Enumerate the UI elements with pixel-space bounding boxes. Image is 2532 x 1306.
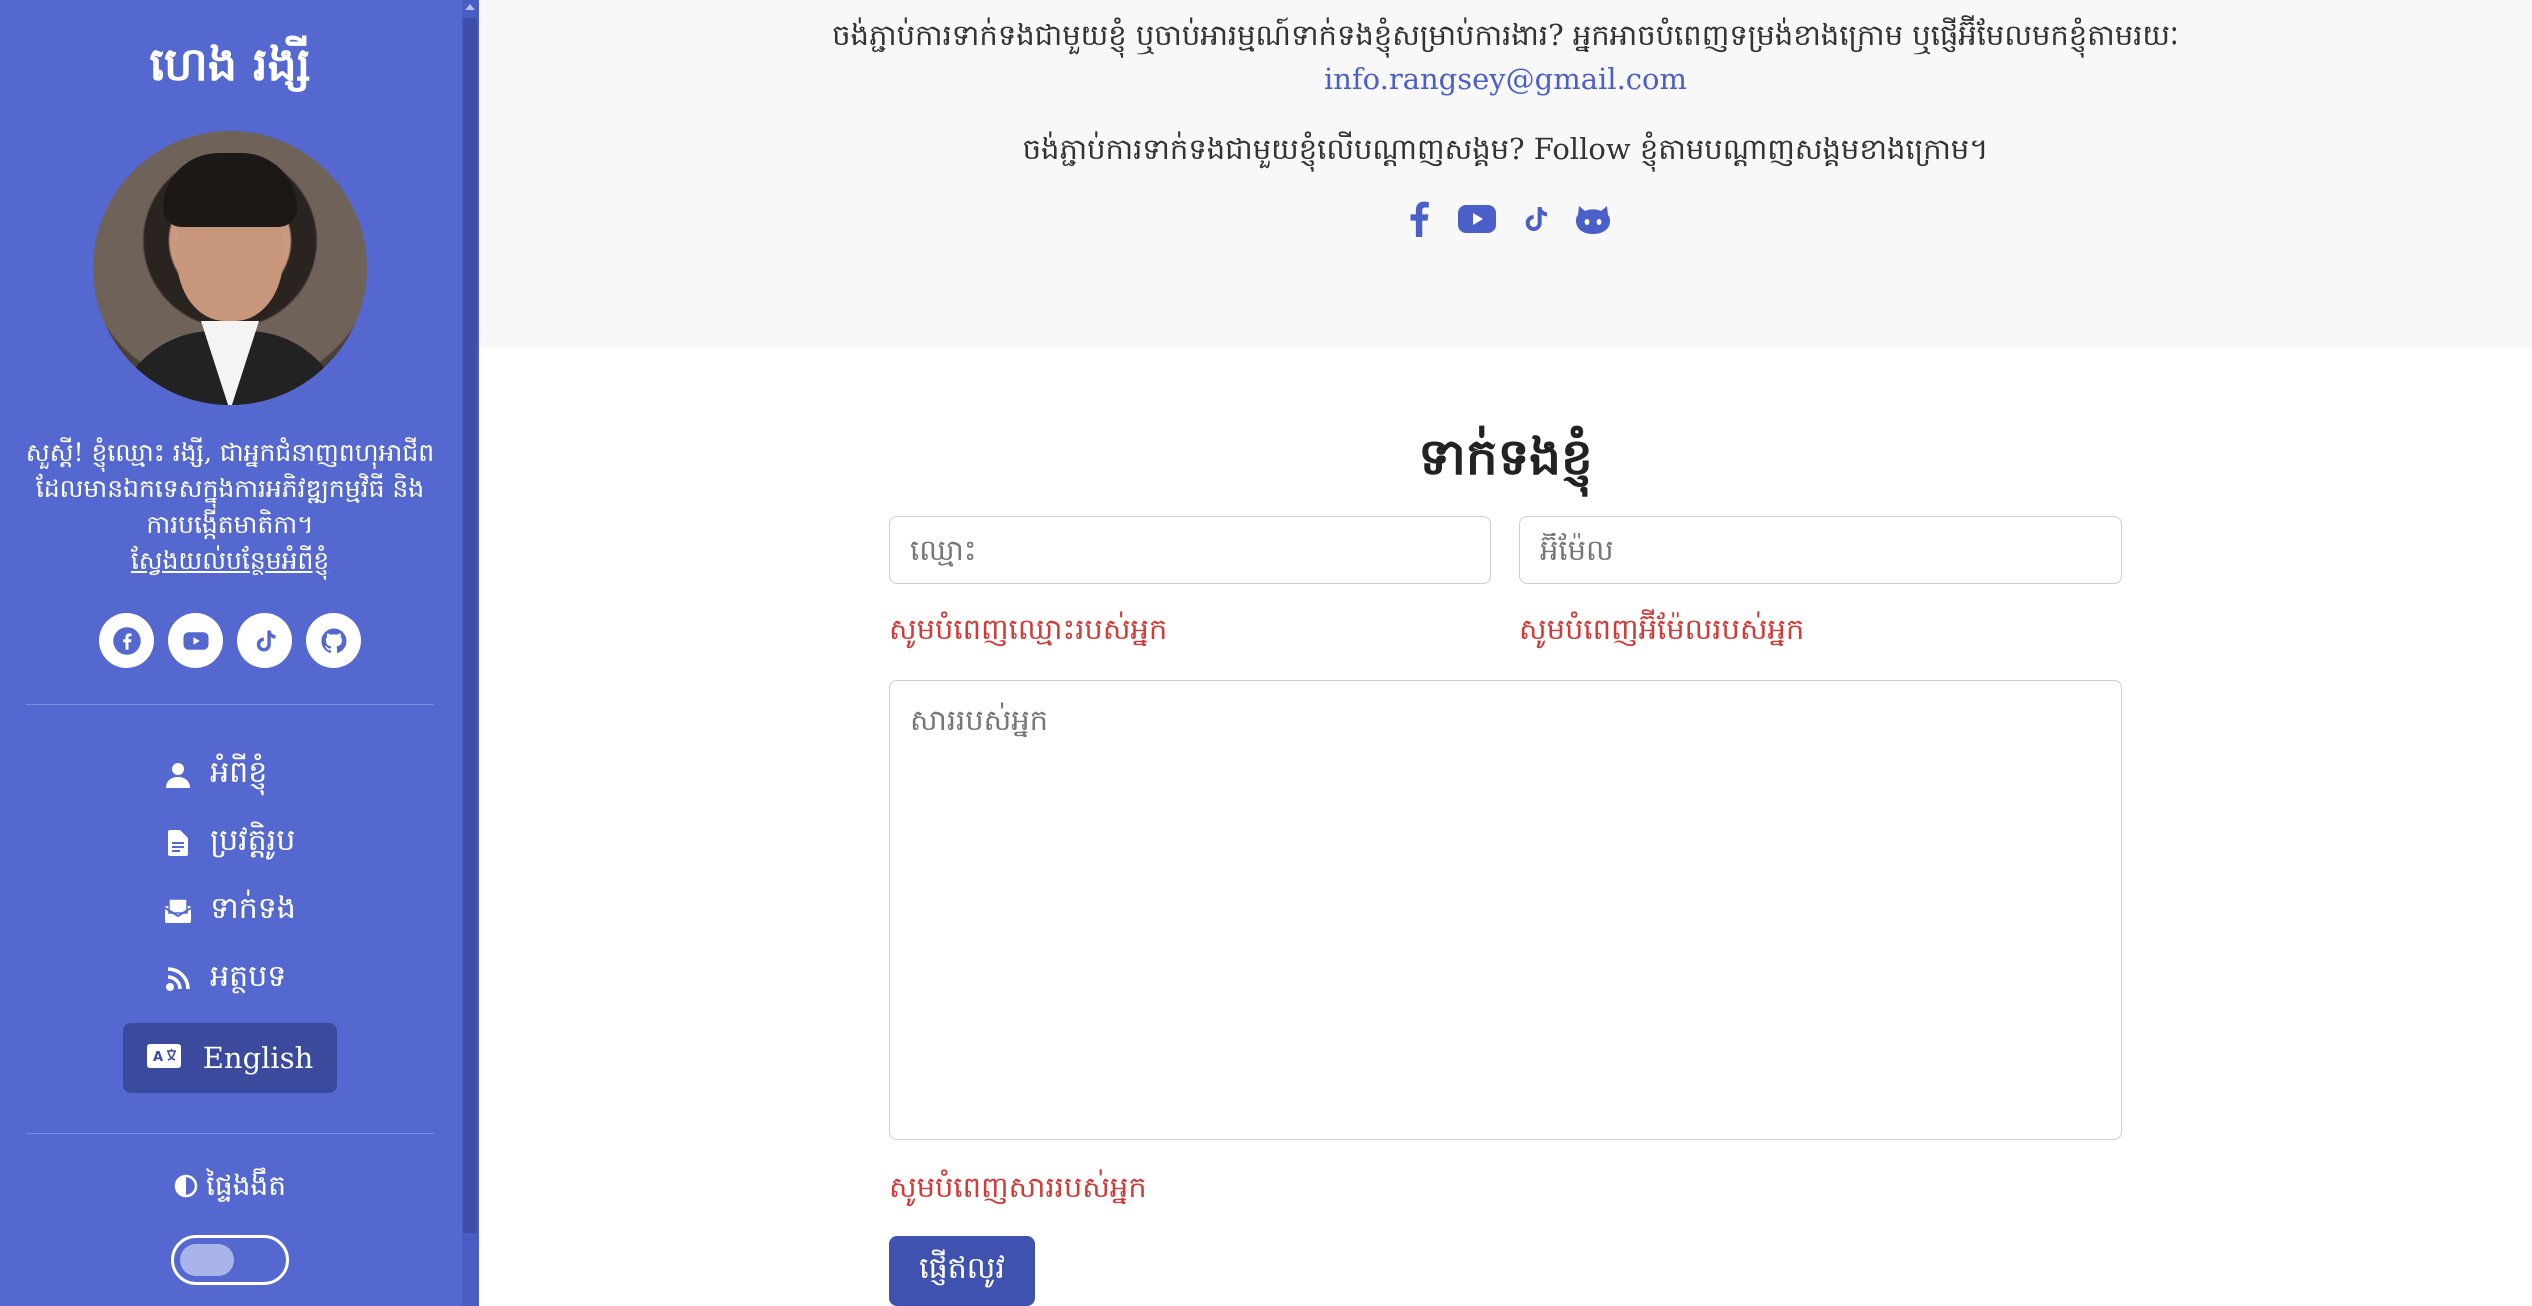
github-alt-icon[interactable] xyxy=(1574,200,1612,238)
sidebar-divider xyxy=(26,704,434,705)
language-icon: A xyxy=(146,1041,181,1075)
email-error: សូមបំពេញអ៊ីម៉ែលរបស់អ្នក xyxy=(1519,612,1805,646)
facebook-icon[interactable] xyxy=(99,613,154,668)
contact-social-links xyxy=(479,200,2532,238)
rss-icon xyxy=(164,966,192,992)
theme-label: ផ្ទៃងងឹត xyxy=(174,1168,286,1209)
facebook-icon[interactable] xyxy=(1400,200,1438,238)
sidebar-social-links xyxy=(99,613,361,668)
sidebar-divider xyxy=(26,1133,434,1134)
contact-info-section: ចង់ភ្ជាប់ការទាក់ទងជាមួយខ្ញុំ ឬចាប់អារម្ម… xyxy=(479,0,2532,348)
sidebar-content: ហេង រង្សី សួស្តី! ខ្ញុំឈ្មោះ រង្សី, ជាអ្… xyxy=(0,0,460,1306)
youtube-icon[interactable] xyxy=(1457,200,1496,238)
main-content: ចង់ភ្ជាប់ការទាក់ទងជាមួយខ្ញុំ ឬចាប់អារម្ម… xyxy=(479,0,2532,1306)
form-title: ទាក់ទងខ្ញុំ xyxy=(1418,427,1593,486)
bio-text: សួស្តី! ខ្ញុំឈ្មោះ រង្សី, ជាអ្នកជំនាញពហុ… xyxy=(25,438,435,539)
nav-label: ទាក់ទង xyxy=(210,891,296,926)
youtube-icon[interactable] xyxy=(168,613,223,668)
nav-item-about[interactable]: អំពីខ្ញុំ xyxy=(164,741,267,809)
envelope-open-icon xyxy=(164,898,192,924)
name-input[interactable] xyxy=(889,516,1491,584)
language-button[interactable]: A English xyxy=(123,1023,337,1093)
tiktok-icon[interactable] xyxy=(237,613,292,668)
email-input[interactable] xyxy=(1519,516,2122,584)
user-icon xyxy=(164,762,192,788)
nav-item-resume[interactable]: ប្រវត្តិរូប xyxy=(164,809,295,877)
contrast-icon xyxy=(174,1172,198,1205)
tiktok-icon[interactable] xyxy=(1516,200,1554,238)
nav-label: ប្រវត្តិរូប xyxy=(210,823,296,858)
name-error: សូមបំពេញឈ្មោះរបស់អ្នក xyxy=(889,612,1168,646)
toggle-knob xyxy=(180,1244,234,1276)
github-icon[interactable] xyxy=(306,613,361,668)
send-button[interactable]: ផ្ញើឥលូវ xyxy=(889,1236,1035,1306)
nav-label: អត្ថបទ xyxy=(210,959,287,994)
sidebar-nav: អំពីខ្ញុំ ប្រវត្តិរូប ទាក់ទង អត្ថបទ xyxy=(164,741,296,1013)
contact-intro-text: ចង់ភ្ជាប់ការទាក់ទងជាមួយខ្ញុំ ឬចាប់អារម្ម… xyxy=(832,18,2179,52)
about-more-link[interactable]: ស្វែងយល់បន្ថែមអំពីខ្ញុំ xyxy=(131,543,329,579)
avatar xyxy=(93,131,367,405)
svg-text:A: A xyxy=(153,1050,163,1065)
site-name[interactable]: ហេង រង្សី xyxy=(149,36,310,103)
sidebar: ហេង រង្សី សួស្តី! ខ្ញុំឈ្មោះ រង្សី, ជាអ្… xyxy=(0,0,479,1306)
contact-email-link[interactable]: info.rangsey@gmail.com xyxy=(479,62,2532,96)
message-error: សូមបំពេញសាររបស់អ្នក xyxy=(889,1170,1147,1204)
nav-item-contact[interactable]: ទាក់ទង xyxy=(164,877,296,945)
dark-mode-toggle[interactable] xyxy=(171,1235,289,1285)
nav-label: អំពីខ្ញុំ xyxy=(210,755,268,790)
message-textarea[interactable] xyxy=(889,680,2122,1140)
nav-item-articles[interactable]: អត្ថបទ xyxy=(164,945,286,1013)
social-intro-text: ចង់ភ្ជាប់ការទាក់ទងជាមួយខ្ញុំលើបណ្តាញសង្គ… xyxy=(1022,132,1989,166)
sidebar-scroll-thumb[interactable] xyxy=(463,18,477,1233)
scroll-up-arrow-icon[interactable] xyxy=(465,4,475,10)
theme-label-text: ផ្ទៃងងឹត xyxy=(206,1169,286,1202)
language-label: English xyxy=(202,1041,314,1075)
file-icon xyxy=(164,830,192,856)
